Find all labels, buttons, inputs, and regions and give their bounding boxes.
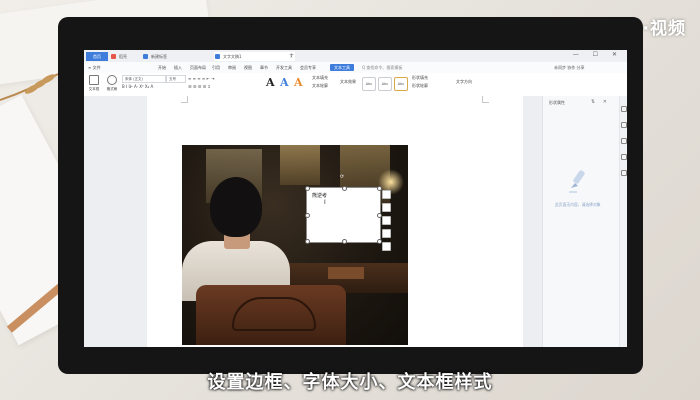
wheat-decoration xyxy=(0,73,59,101)
photo-books xyxy=(328,267,364,279)
shape-style-3[interactable]: Abc xyxy=(394,77,408,91)
text-cursor: I xyxy=(324,199,326,206)
select-icon[interactable] xyxy=(621,106,627,112)
wps-writer-window: 首页 稻壳 新建标签 文字文稿1 ✕ + — ☐ ✕ ≡ 文件 开始 插入 页面… xyxy=(84,50,627,347)
crop-icon[interactable] xyxy=(382,229,391,238)
alignment-buttons[interactable]: ☰ ☰ ☰ ☰ ↕ xyxy=(188,84,211,90)
paragraph-buttons[interactable]: ≡ ≡ ≡ ≡ ⇤ ⇥ xyxy=(188,76,214,82)
file-menu[interactable]: ≡ 文件 xyxy=(88,64,101,71)
document-icon xyxy=(215,54,220,59)
tab-document-active[interactable]: 文字文稿1 ✕ xyxy=(214,52,295,61)
menu-insert[interactable]: 插入 xyxy=(174,64,182,71)
resize-handle[interactable] xyxy=(305,239,310,244)
resize-handle[interactable] xyxy=(342,186,347,191)
menu-chapter[interactable]: 章节 xyxy=(260,64,268,71)
menu-references[interactable]: 引用 xyxy=(212,64,220,71)
text-style-black[interactable]: A xyxy=(266,76,275,89)
document-icon xyxy=(143,54,148,59)
menu-start[interactable]: 开始 xyxy=(158,64,166,71)
command-search[interactable]: Q 查找命令、搜索模板 xyxy=(362,64,402,71)
selected-text-box[interactable]: 熊逆考 I xyxy=(305,186,382,244)
pane-title: 形状属性 xyxy=(549,100,565,105)
resize-handle[interactable] xyxy=(342,239,347,244)
shape-outline-button[interactable]: 形状轮廓 xyxy=(412,83,428,89)
margin-mark xyxy=(181,96,188,103)
text-fill-button[interactable]: 文本填充 xyxy=(312,75,328,81)
text-style-orange[interactable]: A xyxy=(294,76,303,89)
rotate-handle-icon[interactable]: ⟳ xyxy=(340,174,344,180)
property-icon[interactable] xyxy=(621,138,627,144)
menu-text-tools[interactable]: 文本工具 xyxy=(330,64,354,71)
tab-label: 新建标签 xyxy=(151,54,167,59)
photo-chair-carving xyxy=(232,297,316,331)
text-outline-button[interactable]: 文本轮廓 xyxy=(312,83,328,89)
pane-empty-hint: 此页面无内容，请选择对象 xyxy=(555,202,601,207)
button-label: 文本框 xyxy=(88,87,100,91)
text-effect-button[interactable]: 文本效果 xyxy=(340,79,356,85)
side-toolbar xyxy=(619,96,627,347)
brush-icon xyxy=(107,75,117,85)
shape-style-1[interactable]: Abc xyxy=(362,77,376,91)
font-size-select[interactable]: 五号 xyxy=(166,75,186,83)
menu-view[interactable]: 视图 xyxy=(244,64,252,71)
tab-new[interactable]: 新建标签 xyxy=(142,52,213,61)
resize-handle[interactable] xyxy=(305,186,310,191)
resize-handle[interactable] xyxy=(305,213,310,218)
properties-pane: 形状属性 ⇅ ✕ 此页面无内容，请选择对象 xyxy=(542,96,627,347)
tab-home[interactable]: 首页 xyxy=(86,52,108,61)
sync-share-tools[interactable]: 未同步 协作 分享 xyxy=(554,64,585,71)
window-controls[interactable]: — ☐ ✕ xyxy=(573,51,623,58)
button-label: 格式刷 xyxy=(106,87,118,91)
more-options-icon[interactable] xyxy=(382,242,391,251)
inserted-photo[interactable] xyxy=(182,145,408,345)
text-direction-button[interactable]: 文字方向 xyxy=(456,79,472,85)
floating-toolbar xyxy=(382,190,391,255)
settings-icon[interactable] xyxy=(621,170,627,176)
photo-person-head xyxy=(210,177,262,237)
shape-outline-icon[interactable] xyxy=(382,216,391,225)
style-icon[interactable] xyxy=(621,122,627,128)
text-style-blue[interactable]: A xyxy=(280,76,289,89)
font-style-buttons[interactable]: B I U ̶ A· X² X₂ A xyxy=(122,84,153,90)
menu-member[interactable]: 会员专享 xyxy=(300,64,316,71)
docer-icon xyxy=(111,54,116,59)
text-box-content[interactable]: 熊逆考 xyxy=(312,192,327,199)
shape-fill-button[interactable]: 形状填充 xyxy=(412,75,428,81)
font-name-select[interactable]: 宋体 (正文) xyxy=(122,75,166,83)
video-subtitle: 设置边框、字体大小、文本框样式 xyxy=(207,372,493,393)
tab-label: 文字文稿1 xyxy=(223,54,242,59)
menu-review[interactable]: 审阅 xyxy=(228,64,236,71)
brush-illustration-icon xyxy=(569,170,585,193)
tab-label: 稻壳 xyxy=(119,54,127,59)
shape-style-2[interactable]: Abc xyxy=(378,77,392,91)
text-box-icon xyxy=(89,75,99,85)
ribbon-toolbar: 文本框 格式刷 宋体 (正文) 五号 B I U ̶ A· X² X₂ A ≡ … xyxy=(84,73,627,97)
pane-controls[interactable]: ⇅ ✕ xyxy=(591,99,610,105)
text-box-button[interactable]: 文本框 xyxy=(86,75,102,92)
menu-layout[interactable]: 页面布局 xyxy=(190,64,206,71)
format-icon[interactable] xyxy=(621,154,627,160)
format-painter-button[interactable]: 格式刷 xyxy=(104,75,120,92)
menu-dev-tools[interactable]: 开发工具 xyxy=(276,64,292,71)
new-tab-button[interactable]: + xyxy=(289,52,294,60)
margin-mark xyxy=(482,96,489,103)
photo-window xyxy=(280,145,320,185)
shape-fill-icon[interactable] xyxy=(382,203,391,212)
layout-options-icon[interactable] xyxy=(382,190,391,199)
